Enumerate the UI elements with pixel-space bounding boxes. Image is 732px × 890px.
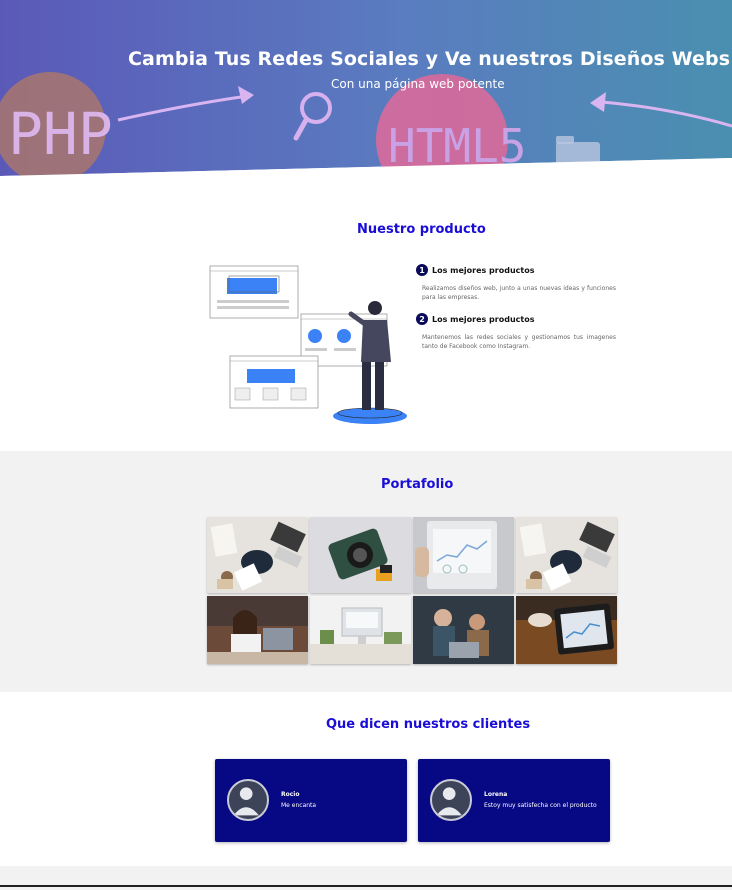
feature-title: Los mejores productos xyxy=(432,314,535,324)
testimonials-section-title: Que dicen nuestros clientes xyxy=(326,717,531,732)
portfolio-image-tablet[interactable] xyxy=(413,517,514,593)
portfolio-image-team[interactable] xyxy=(413,596,514,664)
portfolio-section-title: Portafolio xyxy=(381,477,454,492)
portfolio-image-woman-laptop[interactable] xyxy=(207,596,308,664)
portfolio-grid xyxy=(207,517,618,664)
hero-title: Cambia Tus Redes Sociales y Ve nuestros … xyxy=(128,48,731,70)
hero-background: PHP HTML5 xyxy=(0,0,732,182)
php-word: PHP xyxy=(8,100,113,168)
testimonial-card: Lorena Estoy muy satisfecha con el produ… xyxy=(418,759,610,842)
footer-divider xyxy=(0,885,732,887)
feature-title: Los mejores productos xyxy=(432,265,535,275)
testimonial-name: Lorena xyxy=(484,791,508,798)
portfolio-image-desk[interactable] xyxy=(516,517,617,593)
feature-text: Mantenemos las redes sociales y gestiona… xyxy=(422,334,616,350)
testimonial-text: Me encanta xyxy=(281,802,317,809)
testimonial-card: Rocio Me encanta xyxy=(215,759,407,842)
testimonial-name: Rocio xyxy=(281,791,300,798)
avatar xyxy=(430,779,472,821)
hero-subtitle: Con una página web potente xyxy=(331,77,505,91)
feature-item: 1 Los mejores productos Realizamos diseñ… xyxy=(416,264,616,302)
feature-number-badge: 2 xyxy=(416,313,428,325)
feature-item: 2 Los mejores productos Mantenemos las r… xyxy=(416,313,616,351)
hero-banner: PHP HTML5 Cambia Tus Redes Sociales y Ve… xyxy=(0,0,732,182)
feature-text: Realizamos diseños web, junto a unas nue… xyxy=(422,285,616,301)
feature-number-badge: 1 xyxy=(416,264,428,276)
portfolio-image-imac[interactable] xyxy=(310,596,411,664)
portfolio-image-tablet-coffee[interactable] xyxy=(516,596,617,664)
avatar xyxy=(227,779,269,821)
product-illustration xyxy=(209,265,407,424)
testimonial-text: Estoy muy satisfecha con el producto xyxy=(484,802,597,809)
product-section-title: Nuestro producto xyxy=(357,222,486,237)
portfolio-image-desk[interactable] xyxy=(207,517,308,593)
portfolio-image-camera[interactable] xyxy=(310,517,411,593)
